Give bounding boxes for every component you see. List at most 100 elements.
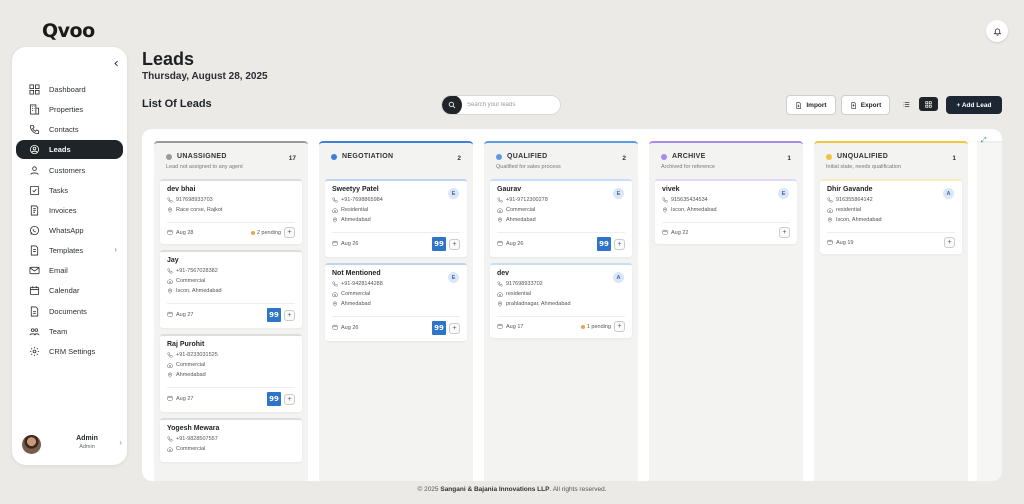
column-qualified: QUALIFIED 2 Qualified for sales process Gau… [484, 141, 638, 481]
assignee-initial: E [778, 188, 789, 199]
lead-card[interactable]: dev A 917698933702 residential prahladnagar,… [490, 263, 632, 338]
sidebar-item-contacts[interactable]: Contacts [16, 120, 123, 139]
user-profile[interactable]: Admin Admin › [22, 433, 122, 455]
sidebar-item-leads[interactable]: Leads [16, 140, 123, 160]
assignee-initial: E [613, 188, 624, 199]
grid-view-button[interactable] [919, 97, 938, 111]
list-view-button[interactable] [897, 97, 916, 111]
column-header: QUALIFIED 2 Qualified for sales process [484, 143, 638, 179]
location-icon [827, 217, 833, 223]
add-activity-button[interactable]: + [284, 309, 295, 321]
next-column-edge [977, 141, 1002, 481]
column-count: 2 [457, 155, 461, 162]
sidebar-item-customers[interactable]: Customers [16, 161, 123, 180]
card-footer: Aug 26 99 + [332, 316, 460, 335]
gear-icon [28, 345, 40, 357]
app-logo: Qvoo [42, 20, 95, 42]
sidebar-item-label: Email [49, 266, 68, 276]
sidebar-item-label: Team [49, 326, 68, 336]
lead-name: Sweetyy Patel [332, 186, 379, 193]
lead-type: Residential [341, 207, 369, 213]
add-activity-button[interactable]: + [449, 322, 460, 334]
sidebar-item-email[interactable]: Email [16, 261, 123, 280]
invoice-icon [28, 204, 40, 216]
sidebar: Dashboard Properties Contacts Leads Customer… [12, 47, 127, 465]
calendar-icon [332, 240, 338, 248]
add-activity-button[interactable]: + [284, 393, 295, 405]
sidebar-item-label: CRM Settings [49, 346, 96, 356]
collapse-sidebar-button[interactable] [110, 57, 122, 69]
footer: © 2025 Sangani & Bajania Innovations LLP… [0, 486, 1024, 493]
search-icon[interactable] [442, 96, 462, 114]
notification-button[interactable] [986, 20, 1008, 42]
lead-name: Jay [167, 257, 179, 264]
sidebar-item-documents[interactable]: Documents [16, 302, 123, 321]
lead-card[interactable]: Jay +91-7567028382 Commercial Iscon, Ahmeda… [160, 250, 302, 328]
property-type-icon [332, 291, 338, 297]
lead-card[interactable]: Raj Purohit +91-8233031525 Commercial Ahmed… [160, 334, 302, 412]
lead-location: Ahmedabad [176, 372, 206, 378]
calendar-icon [827, 239, 833, 247]
source-99acres-badge: 99 [267, 308, 281, 322]
lead-phone: 917698933703 [176, 197, 213, 203]
lead-date: Aug 27 [176, 396, 194, 402]
phone-icon [167, 436, 173, 442]
expand-icon[interactable]: ⤢ [981, 137, 987, 145]
lead-card[interactable]: Dhir Gavande A 916355864142 residential Isco… [820, 179, 962, 254]
source-99acres-badge: 99 [597, 237, 611, 251]
sidebar-item-templates[interactable]: Templates › [16, 241, 123, 260]
lead-date: Aug 26 [506, 241, 524, 247]
lead-card[interactable]: Gaurav E +91-9712300278 Commercial Ahmedabad… [490, 179, 632, 257]
import-button[interactable]: Import [786, 95, 836, 115]
sidebar-item-crm-settings[interactable]: CRM Settings [16, 342, 123, 361]
add-activity-button[interactable]: + [944, 237, 955, 248]
search-bar[interactable] [441, 95, 561, 115]
add-activity-button[interactable]: + [779, 227, 790, 238]
export-button[interactable]: Export [841, 95, 890, 115]
sidebar-item-team[interactable]: Team [16, 322, 123, 341]
chevron-right-icon: › [119, 438, 122, 447]
lead-card[interactable]: vivek E 915635434534 Iscon, Ahmedabad Aug 22… [655, 179, 797, 244]
phone-icon [167, 197, 173, 203]
lead-location: Iscon, Ahmedabad [836, 217, 882, 223]
list-title: List Of Leads [142, 98, 212, 110]
lead-card[interactable]: dev bhai 917698933703 Race corse, Rajkot Au… [160, 179, 302, 244]
add-activity-button[interactable]: + [614, 238, 625, 250]
sidebar-item-label: Tasks [49, 185, 69, 195]
lead-phone: +91-7698865984 [341, 197, 383, 203]
status-dot [166, 153, 172, 160]
property-type-icon [497, 207, 503, 213]
sidebar-item-calendar[interactable]: Calendar [16, 281, 123, 300]
search-input[interactable] [467, 102, 557, 108]
property-type-icon [167, 446, 173, 452]
user-icon [28, 164, 40, 176]
add-lead-button[interactable]: + Add Lead [946, 96, 1002, 114]
sidebar-item-properties[interactable]: Properties [16, 100, 123, 119]
sidebar-item-whatsapp[interactable]: WhatsApp [16, 221, 123, 240]
lead-date: Aug 26 [341, 241, 359, 247]
lead-type: Commercial [506, 207, 536, 213]
avatar [22, 434, 41, 454]
phone-icon [167, 268, 173, 274]
lead-card[interactable]: Yogesh Mewara +91-9828507557 Commercial [160, 418, 302, 462]
add-activity-button[interactable]: + [449, 238, 460, 250]
list-icon [903, 101, 910, 107]
add-activity-button[interactable]: + [284, 227, 295, 238]
column-header: UNASSIGNED 17 Lead not assigned to any age… [154, 143, 308, 179]
lead-type: residential [836, 207, 862, 213]
sidebar-item-tasks[interactable]: Tasks [16, 181, 123, 200]
lead-date: Aug 27 [176, 312, 194, 318]
column-description: Archived for reference [661, 164, 716, 170]
column-header: ARCHIVE 1 Archived for reference [649, 143, 803, 179]
lead-card[interactable]: Sweetyy Patel E +91-7698865984 Residential A… [325, 179, 467, 257]
add-activity-button[interactable]: + [614, 321, 625, 332]
sidebar-item-dashboard[interactable]: Dashboard [16, 80, 123, 99]
column-unassigned: UNASSIGNED 17 Lead not assigned to any age… [154, 141, 308, 481]
card-footer: Aug 22 + [662, 222, 790, 238]
sidebar-item-invoices[interactable]: Invoices [16, 201, 123, 220]
location-icon [332, 217, 338, 223]
lead-card[interactable]: Not Mentioned E +91-9428144288 Commercial Ah… [325, 263, 467, 341]
phone-icon [497, 197, 503, 203]
card-footer: Aug 19 + [827, 232, 955, 248]
card-footer: Aug 28 2 pending + [167, 222, 295, 238]
